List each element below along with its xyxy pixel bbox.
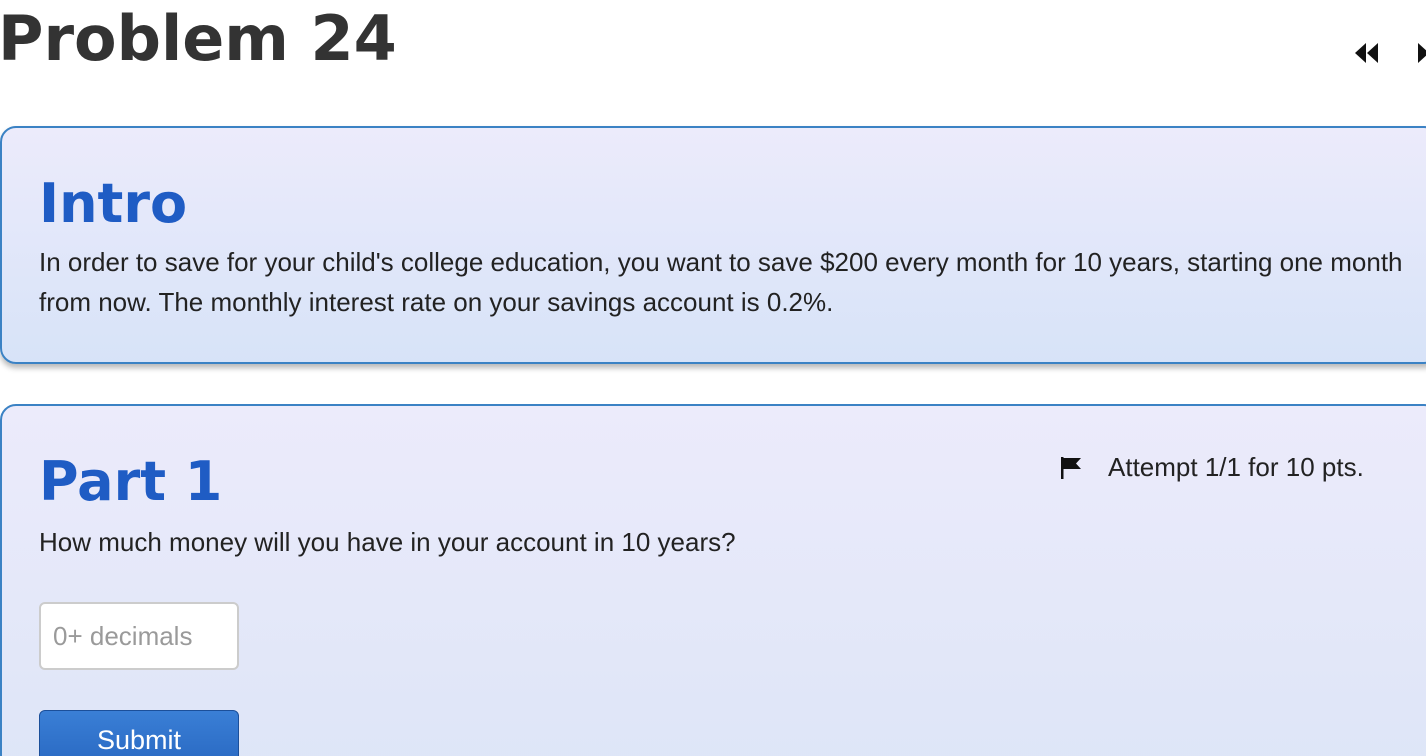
fast-forward-icon (1418, 43, 1426, 63)
part-1-card: Part 1 Attempt 1/1 for 10 pts. How much … (0, 404, 1426, 756)
next-problem-button[interactable] (1416, 38, 1426, 68)
intro-card: Intro In order to save for your child's … (0, 126, 1426, 364)
flag-icon[interactable] (1058, 455, 1084, 481)
question-text: How much money will you have in your acc… (39, 527, 736, 557)
previous-problem-button[interactable] (1354, 38, 1384, 68)
part-1-heading: Part 1 (39, 450, 223, 513)
intro-text: In order to save for your child's colleg… (39, 247, 1403, 317)
attempt-info: Attempt 1/1 for 10 pts. (1058, 452, 1364, 483)
intro-heading: Intro (39, 172, 188, 235)
problem-navigation (1354, 38, 1426, 68)
problem-page: Problem 24 Intro In order to save for yo… (0, 0, 1426, 756)
problem-title: Problem 24 (0, 2, 397, 75)
attempt-text: Attempt 1/1 for 10 pts. (1108, 452, 1364, 482)
answer-input[interactable] (39, 602, 239, 670)
submit-button[interactable]: Submit (39, 710, 239, 756)
rewind-icon (1355, 43, 1378, 63)
